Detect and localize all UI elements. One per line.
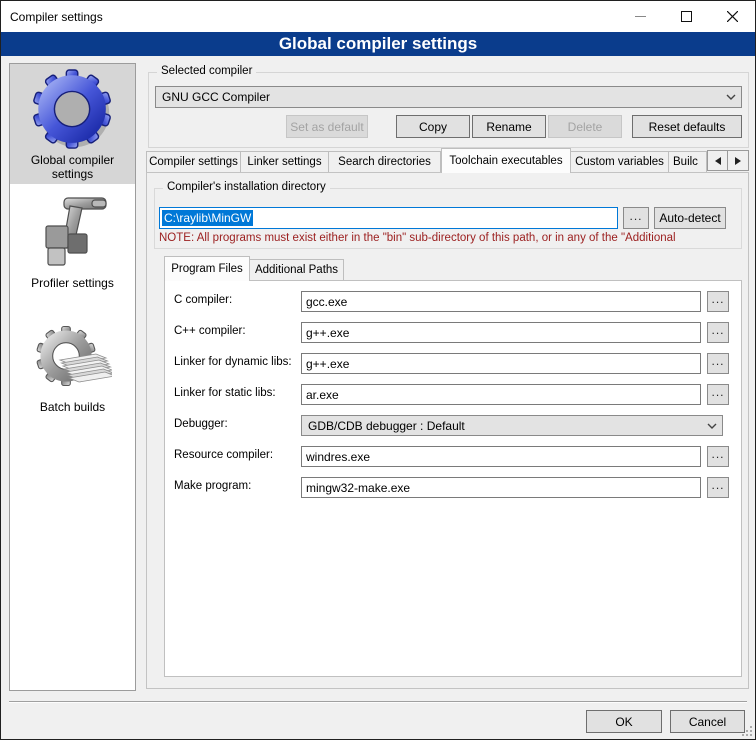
debugger-dropdown[interactable]: GDB/CDB debugger : Default (301, 415, 723, 436)
tab-program-files[interactable]: Program Files (164, 256, 250, 281)
ok-button[interactable]: OK (586, 710, 662, 733)
sidebar-item-profiler-settings[interactable]: Profiler settings (10, 190, 135, 296)
tab-linker-settings[interactable]: Linker settings (241, 151, 329, 173)
browse-directory-button[interactable]: ... (623, 207, 649, 229)
maximize-button[interactable] (663, 1, 709, 32)
installation-directory-value: C:\raylib\MinGW (162, 210, 253, 226)
field-label: Make program: (174, 480, 251, 492)
static-linker-browse-button[interactable]: ... (707, 384, 729, 405)
ellipsis-icon: ... (711, 292, 724, 306)
c-compiler-input[interactable] (301, 291, 701, 312)
ellipsis-icon: ... (629, 209, 642, 223)
cancel-button[interactable]: Cancel (670, 710, 745, 733)
reset-defaults-button[interactable]: Reset defaults (632, 115, 742, 138)
installation-directory-group-label: Compiler's installation directory (163, 181, 330, 193)
ellipsis-icon: ... (711, 447, 724, 461)
sidebar-item-label: Global compiler settings (10, 151, 135, 187)
field-label: Resource compiler: (174, 449, 273, 461)
field-label: C++ compiler: (174, 325, 246, 337)
set-as-default-button[interactable]: Set as default (286, 115, 368, 138)
debugger-value: GDB/CDB debugger : Default (302, 419, 702, 433)
tab-compiler-settings[interactable]: Compiler settings (146, 151, 241, 173)
delete-button[interactable]: Delete (548, 115, 622, 138)
copy-button[interactable]: Copy (396, 115, 470, 138)
sidebar-item-global-compiler-settings[interactable]: Global compiler settings (10, 64, 135, 184)
dynamic-linker-browse-button[interactable]: ... (707, 353, 729, 374)
installation-directory-input[interactable]: C:\raylib\MinGW (159, 207, 618, 229)
compiler-settings-dialog: Compiler settings Global compiler settin… (0, 0, 756, 740)
note-text: NOTE: All programs must exist either in … (159, 232, 739, 244)
tab-search-directories[interactable]: Search directories (329, 151, 441, 173)
tab-additional-paths[interactable]: Additional Paths (250, 259, 344, 281)
resource-compiler-browse-button[interactable]: ... (707, 446, 729, 467)
static-linker-input[interactable] (301, 384, 701, 405)
make-program-browse-button[interactable]: ... (707, 477, 729, 498)
resource-compiler-input[interactable] (301, 446, 701, 467)
window-controls (617, 1, 755, 32)
ellipsis-icon: ... (711, 478, 724, 492)
field-label: Debugger: (174, 418, 228, 430)
cpp-compiler-browse-button[interactable]: ... (707, 322, 729, 343)
page-title: Global compiler settings (1, 32, 755, 56)
field-label: Linker for dynamic libs: (174, 356, 292, 368)
tab-toolchain-executables[interactable]: Toolchain executables (441, 148, 571, 173)
cpp-compiler-input[interactable] (301, 322, 701, 343)
right-triangle-icon (735, 157, 741, 165)
minimize-button[interactable] (617, 1, 663, 32)
tab-custom-variables[interactable]: Custom variables (571, 151, 669, 173)
window-title: Compiler settings (10, 10, 103, 24)
minimize-icon (635, 11, 646, 22)
ellipsis-icon: ... (711, 354, 724, 368)
close-button[interactable] (709, 1, 755, 32)
chevron-down-icon (721, 94, 741, 100)
maximize-icon (681, 11, 692, 22)
sidebar-item-label: Profiler settings (10, 274, 135, 296)
compiler-tabs: Compiler settings Linker settings Search… (146, 148, 707, 173)
footer-divider (9, 701, 747, 703)
tab-build-options-truncated[interactable]: Builc (669, 151, 707, 173)
dynamic-linker-input[interactable] (301, 353, 701, 374)
tab-scroll-left-button[interactable] (707, 150, 728, 171)
chevron-down-icon (702, 423, 722, 429)
sidebar-item-label: Batch builds (10, 398, 135, 420)
ellipsis-icon: ... (711, 323, 724, 337)
field-label: C compiler: (174, 294, 232, 306)
selected-compiler-value: GNU GCC Compiler (156, 90, 721, 104)
selected-compiler-dropdown[interactable]: GNU GCC Compiler (155, 86, 742, 108)
ellipsis-icon: ... (711, 385, 724, 399)
profiler-caliper-icon (10, 192, 135, 274)
field-label: Linker for static libs: (174, 387, 276, 399)
c-compiler-browse-button[interactable]: ... (707, 291, 729, 312)
sidebar-item-batch-builds[interactable]: Batch builds (10, 324, 135, 422)
make-program-input[interactable] (301, 477, 701, 498)
left-triangle-icon (715, 157, 721, 165)
close-icon (727, 11, 738, 22)
blue-gear-icon (10, 69, 135, 151)
rename-button[interactable]: Rename (472, 115, 546, 138)
program-files-tabs: Program Files Additional Paths (164, 256, 344, 281)
auto-detect-button[interactable]: Auto-detect (654, 207, 726, 229)
tab-scroll-right-button[interactable] (728, 150, 749, 171)
settings-category-sidebar: Global compiler settings Profiler setti (9, 63, 136, 691)
selected-compiler-group-label: Selected compiler (157, 65, 256, 77)
batch-builds-gear-stack-icon (10, 324, 135, 398)
titlebar[interactable]: Compiler settings (1, 1, 755, 32)
resize-grip[interactable] (742, 726, 753, 737)
